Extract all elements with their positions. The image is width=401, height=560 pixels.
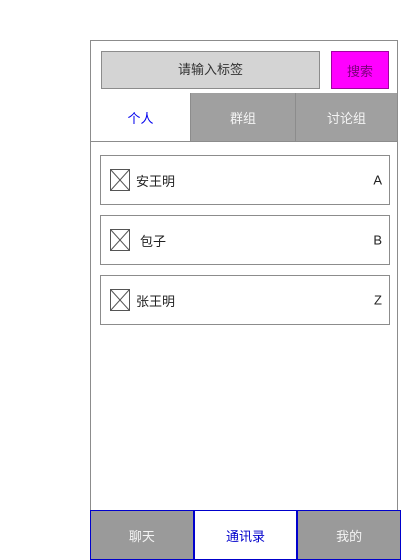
search-button[interactable]: 搜索: [331, 51, 389, 89]
contact-name: 包子: [140, 234, 167, 250]
nav-contacts[interactable]: 通讯录: [193, 510, 298, 560]
contact-name: 张王明: [136, 294, 176, 310]
contact-item[interactable]: 安王明 A: [100, 155, 390, 205]
contact-item[interactable]: 包子 B: [100, 215, 390, 265]
contacts-panel: 搜索 个人 群组 讨论组 安王明 A 包子 B: [90, 40, 398, 560]
contact-name: 安王明: [136, 174, 176, 190]
tab-groups[interactable]: 群组: [190, 93, 295, 141]
contact-initial: A: [373, 172, 382, 188]
bottom-nav: 聊天 通讯录 我的: [90, 510, 401, 560]
contact-initial: B: [373, 232, 382, 248]
search-input[interactable]: [101, 51, 320, 89]
broken-image-icon: [110, 229, 130, 251]
contact-item[interactable]: 张王明 Z: [100, 275, 390, 325]
nav-me[interactable]: 我的: [297, 510, 401, 560]
nav-chat[interactable]: 聊天: [90, 510, 194, 560]
broken-image-icon: [110, 289, 130, 311]
contact-list: 安王明 A 包子 B 张王明 Z: [100, 155, 390, 335]
tab-personal[interactable]: 个人: [91, 93, 190, 141]
contact-type-tabs: 个人 群组 讨论组: [91, 93, 397, 142]
broken-image-icon: [110, 169, 130, 191]
contact-initial: Z: [374, 292, 382, 308]
tab-discussion-groups[interactable]: 讨论组: [295, 93, 397, 141]
